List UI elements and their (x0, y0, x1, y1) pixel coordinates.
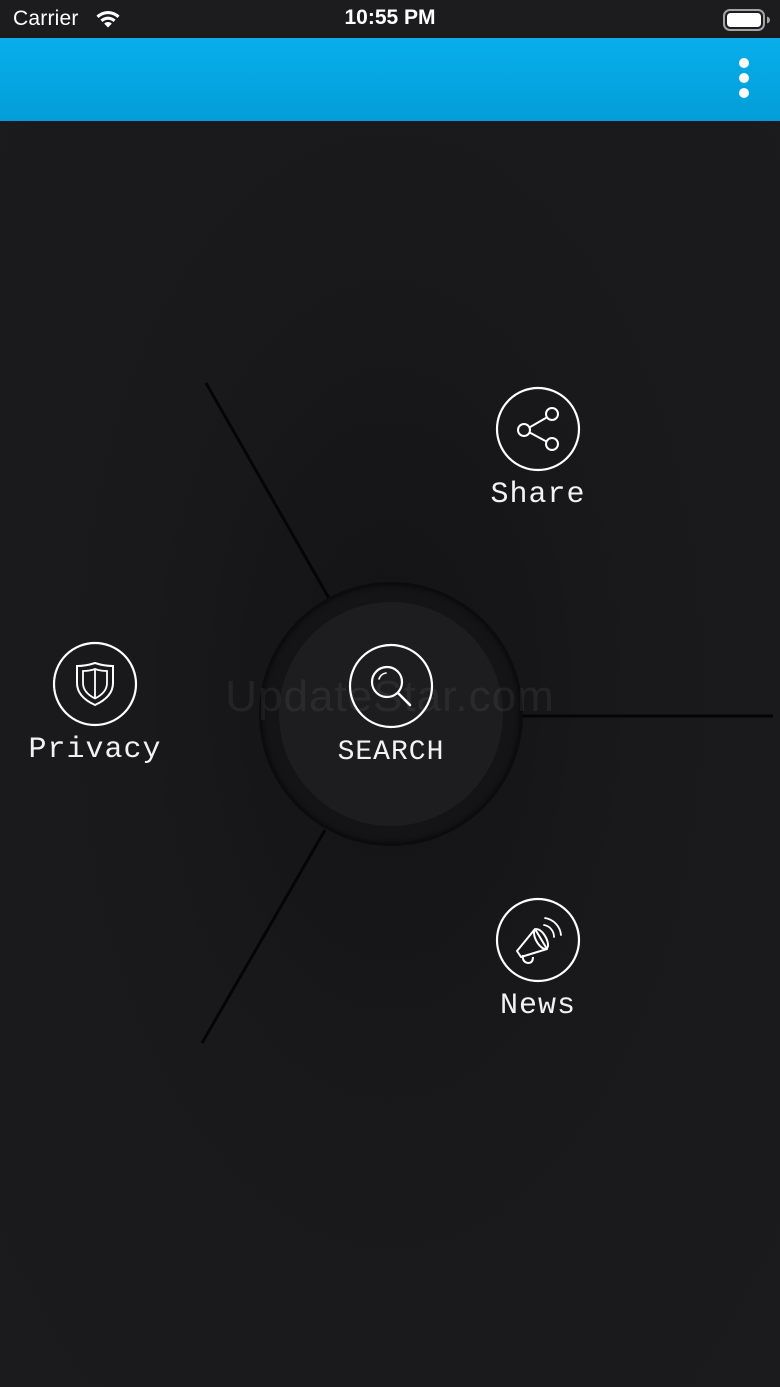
battery-full-icon (723, 9, 770, 31)
megaphone-icon (495, 897, 581, 983)
search-button[interactable]: SEARCH (301, 643, 481, 768)
clock: 10:55 PM (344, 6, 436, 29)
search-label: SEARCH (337, 737, 445, 768)
app-bar (0, 38, 780, 121)
news-label: News (499, 989, 576, 1023)
shield-icon (52, 641, 138, 727)
status-bar: Carrier 10:55 PM (0, 0, 780, 38)
share-label: Share (490, 478, 586, 512)
news-button[interactable]: News (473, 897, 603, 1023)
more-vertical-icon[interactable] (732, 56, 756, 102)
search-icon (348, 643, 434, 729)
share-button[interactable]: Share (473, 386, 603, 512)
share-icon (495, 386, 581, 472)
privacy-label: Privacy (28, 733, 162, 767)
privacy-button[interactable]: Privacy (10, 641, 180, 767)
